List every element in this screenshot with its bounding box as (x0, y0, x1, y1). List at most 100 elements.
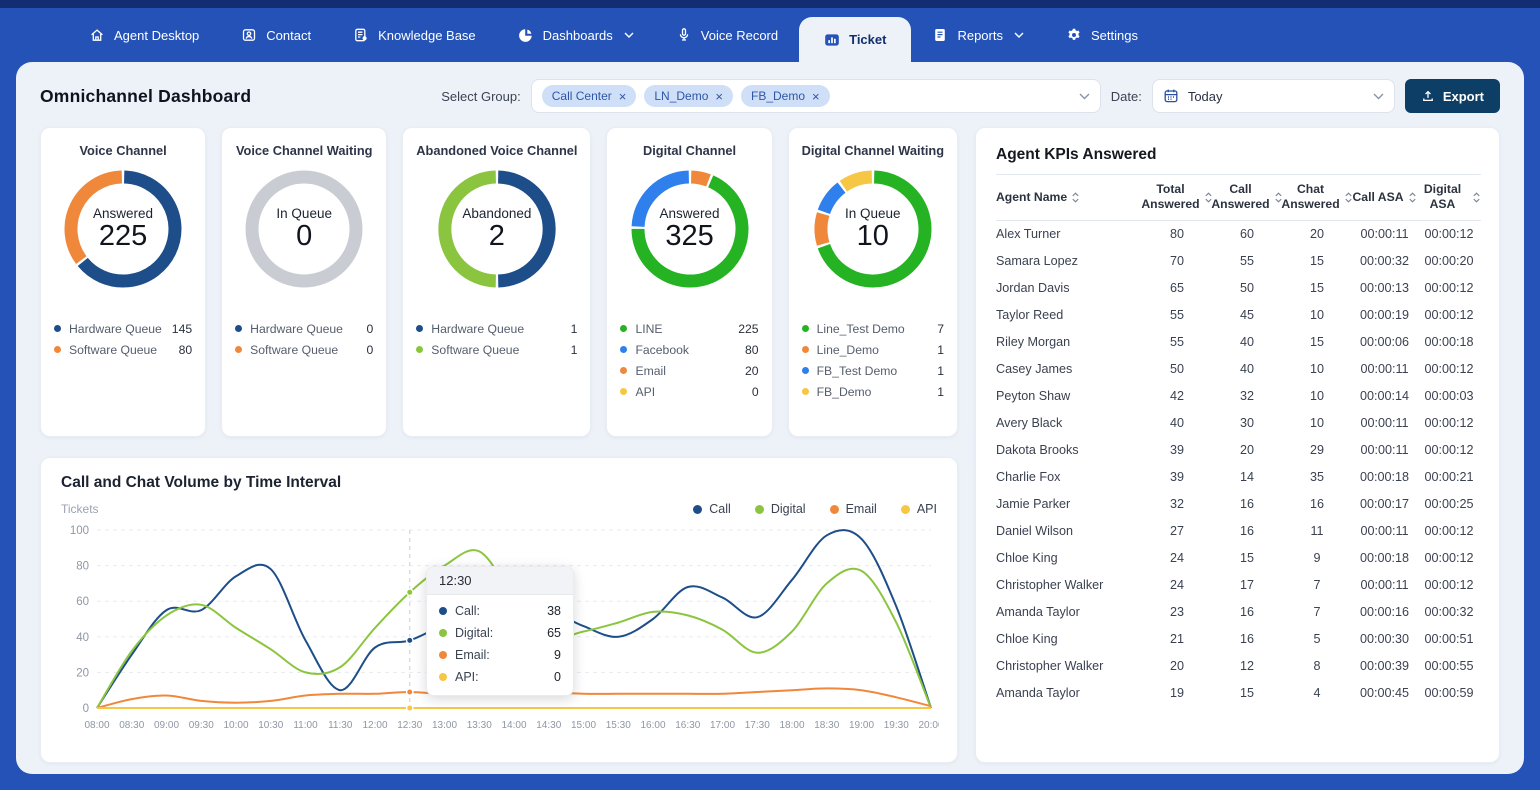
nav-item-contact[interactable]: Contact (220, 8, 332, 62)
card-title: Digital Channel (620, 143, 758, 158)
x-tick-label: 08:30 (119, 720, 144, 731)
card-legend-row: Hardware Queue145 (54, 318, 192, 339)
table-title: Agent KPIs Answered (996, 146, 1479, 164)
nav-item-label: Ticket (849, 32, 886, 47)
legend-dot-icon (901, 505, 910, 514)
legend-value: 80 (179, 343, 193, 357)
group-tag-label: LN_Demo (654, 89, 708, 103)
export-button[interactable]: Export (1405, 79, 1500, 113)
legend-label: Software Queue (250, 343, 358, 357)
column-header-agent-name[interactable]: Agent Name (996, 175, 1142, 221)
sort-icon[interactable] (1344, 191, 1353, 204)
group-multiselect[interactable]: Call Center×LN_Demo×FB_Demo× (531, 79, 1101, 113)
kpi-value-cell: 00:00:12 (1417, 275, 1481, 302)
agent-name-cell: Peyton Shaw (996, 383, 1142, 410)
x-tick-label: 09:30 (189, 720, 214, 731)
chevron-down-icon[interactable] (1373, 93, 1384, 100)
chevron-down-icon (1014, 32, 1024, 38)
legend-label: Line_Test Demo (817, 322, 930, 336)
x-tick-label: 18:00 (779, 720, 804, 731)
voice-record-icon (676, 27, 692, 43)
series-marker-email (407, 689, 413, 695)
kpi-value-cell: 00:00:59 (1417, 680, 1481, 707)
chevron-down-icon[interactable] (1079, 93, 1090, 100)
x-tick-label: 13:00 (432, 720, 457, 731)
kpi-value-cell: 11 (1282, 518, 1352, 545)
donut-center-value: 10 (857, 221, 889, 252)
column-header-chat-answered[interactable]: Chat Answered (1282, 175, 1352, 221)
table-row: Christopher Walker2012800:00:3900:00:55 (996, 653, 1481, 680)
tooltip-body: Call:38Digital:65Email:9API:0 (427, 595, 573, 695)
table-row: Jordan Davis65501500:00:1300:00:12 (996, 275, 1481, 302)
tooltip-series-value: 9 (554, 648, 561, 662)
kpi-value-cell: 00:00:16 (1352, 599, 1417, 626)
export-label: Export (1443, 89, 1484, 104)
table-row: Amanda Taylor2316700:00:1600:00:32 (996, 599, 1481, 626)
y-tick-label: 80 (76, 561, 89, 573)
kpi-value-cell: 00:00:12 (1417, 518, 1481, 545)
remove-tag-icon[interactable]: × (619, 90, 627, 103)
sort-icon[interactable] (1408, 191, 1417, 204)
donut-center: In Queue10 (814, 170, 932, 288)
kpi-value-cell: 00:00:13 (1352, 275, 1417, 302)
card-legend-row: Email20 (620, 360, 758, 381)
kpi-value-cell: 00:00:19 (1352, 302, 1417, 329)
legend-dot-icon (235, 346, 242, 353)
x-tick-label: 19:00 (849, 720, 874, 731)
agent-name-cell: Charlie Fox (996, 464, 1142, 491)
kpi-value-cell: 00:00:12 (1417, 410, 1481, 437)
column-header-total-answered[interactable]: Total Answered (1142, 175, 1212, 221)
nav-item-ticket[interactable]: Ticket (799, 17, 911, 62)
kpi-value-cell: 65 (1142, 275, 1212, 302)
y-tick-label: 100 (70, 525, 89, 537)
column-header-call-asa[interactable]: Call ASA (1352, 175, 1417, 221)
column-header-call-answered[interactable]: Call Answered (1212, 175, 1282, 221)
kpi-value-cell: 16 (1282, 491, 1352, 518)
x-tick-label: 14:30 (536, 720, 561, 731)
card-legend-row: FB_Test Demo1 (802, 360, 944, 381)
chart-legend: Call Digital Email API (693, 502, 937, 516)
card-legend-row: Software Queue0 (235, 339, 373, 360)
legend-dot-icon (693, 505, 702, 514)
chart-legend-item-email[interactable]: Email (830, 502, 877, 516)
nav-item-settings[interactable]: Settings (1045, 8, 1159, 62)
table-row: Christopher Walker2417700:00:1100:00:12 (996, 572, 1481, 599)
table-row: Jamie Parker32161600:00:1700:00:25 (996, 491, 1481, 518)
sort-icon[interactable] (1472, 191, 1481, 204)
kpi-value-cell: 00:00:18 (1417, 329, 1481, 356)
nav-item-agent-desktop[interactable]: Agent Desktop (68, 8, 220, 62)
sort-icon[interactable] (1071, 191, 1080, 204)
kpi-value-cell: 00:00:12 (1417, 220, 1481, 248)
donut-center: Answered225 (64, 170, 182, 288)
agent-kpi-table: Agent NameTotal AnsweredCall AnsweredCha… (996, 174, 1481, 707)
kpi-value-cell: 00:00:30 (1352, 626, 1417, 653)
page-title: Omnichannel Dashboard (40, 86, 251, 107)
date-select[interactable]: Today (1152, 79, 1395, 113)
date-value: Today (1188, 89, 1223, 104)
column-header-digital-asa[interactable]: Digital ASA (1417, 175, 1481, 221)
x-tick-label: 11:00 (293, 720, 318, 731)
nav-item-dashboards[interactable]: Dashboards (497, 8, 655, 62)
chart-legend-item-api[interactable]: API (901, 502, 937, 516)
kpi-value-cell: 24 (1142, 545, 1212, 572)
settings-icon (1066, 27, 1082, 43)
agent-name-cell: Avery Black (996, 410, 1142, 437)
tooltip-series-label: Email: (455, 648, 490, 662)
chart-legend-item-digital[interactable]: Digital (755, 502, 806, 516)
legend-value: 0 (752, 385, 759, 399)
chart-title: Call and Chat Volume by Time Interval (61, 474, 937, 492)
remove-tag-icon[interactable]: × (715, 90, 723, 103)
card-title: Voice Channel (54, 143, 192, 158)
legend-dot-icon (620, 325, 627, 332)
kpi-value-cell: 16 (1212, 491, 1282, 518)
nav-item-knowledge-base[interactable]: Knowledge Base (332, 8, 497, 62)
nav-item-reports[interactable]: Reports (911, 8, 1045, 62)
kpi-value-cell: 55 (1142, 302, 1212, 329)
remove-tag-icon[interactable]: × (812, 90, 820, 103)
nav-item-voice-record[interactable]: Voice Record (655, 8, 799, 62)
kpi-value-cell: 00:00:18 (1352, 545, 1417, 572)
legend-dot-icon (802, 367, 809, 374)
chart-legend-item-call[interactable]: Call (693, 502, 731, 516)
agent-name-cell: Daniel Wilson (996, 518, 1142, 545)
x-tick-label: 18:30 (814, 720, 839, 731)
